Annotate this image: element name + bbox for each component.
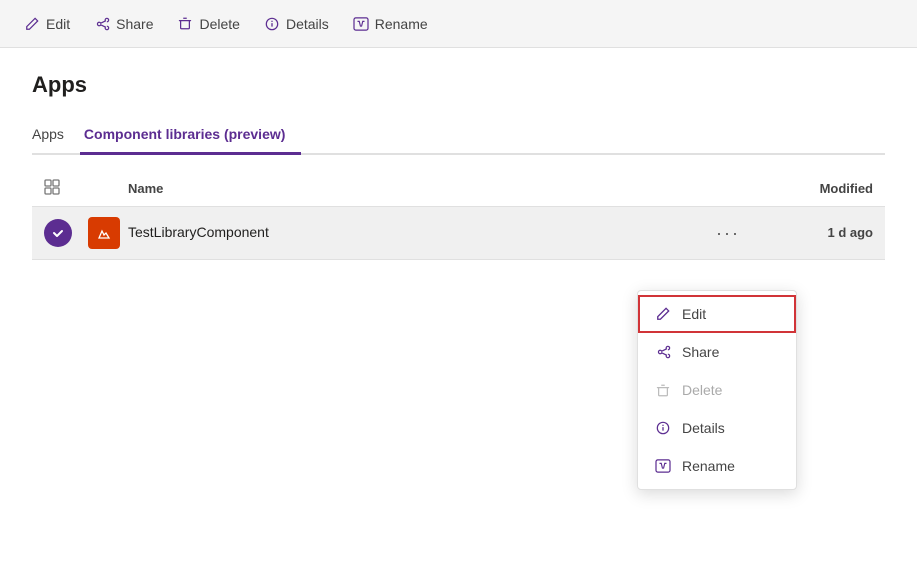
info-icon	[264, 16, 280, 32]
context-pencil-icon	[654, 305, 672, 323]
toolbar-details-button[interactable]: Details	[264, 16, 329, 32]
share-icon	[94, 16, 110, 32]
row-modified: 1 d ago	[753, 224, 873, 242]
context-rename-label: Rename	[682, 458, 735, 474]
row-check	[44, 219, 88, 247]
context-info-icon	[654, 419, 672, 437]
app-icon	[88, 217, 120, 249]
toolbar-edit-button[interactable]: Edit	[24, 16, 70, 32]
table-container: Name Modified TestLibr	[32, 171, 885, 260]
tab-apps[interactable]: Apps	[32, 118, 80, 155]
page-title: Apps	[32, 72, 885, 98]
toolbar-share-label: Share	[116, 16, 153, 32]
toolbar-edit-label: Edit	[46, 16, 70, 32]
context-delete-label: Delete	[682, 382, 722, 398]
context-share-icon	[654, 343, 672, 361]
row-app-icon-col	[88, 217, 128, 249]
context-rename-icon	[654, 457, 672, 475]
table-row[interactable]: TestLibraryComponent ··· 1 d ago	[32, 207, 885, 260]
context-details-label: Details	[682, 420, 725, 436]
rename-icon	[353, 16, 369, 32]
trash-icon	[177, 16, 193, 32]
toolbar-rename-label: Rename	[375, 16, 428, 32]
header-check-col	[44, 179, 88, 198]
context-edit-label: Edit	[682, 306, 706, 322]
toolbar-rename-button[interactable]: Rename	[353, 16, 428, 32]
toolbar: Edit Share Delete Details	[0, 0, 917, 48]
context-menu-delete[interactable]: Delete	[638, 371, 796, 409]
context-menu-rename[interactable]: Rename	[638, 447, 796, 485]
context-menu: Edit Share Delete Details	[637, 290, 797, 490]
context-menu-details[interactable]: Details	[638, 409, 796, 447]
tab-bar: Apps Component libraries (preview)	[32, 118, 885, 155]
context-share-label: Share	[682, 344, 719, 360]
context-menu-edit[interactable]: Edit	[638, 295, 796, 333]
context-trash-icon	[654, 381, 672, 399]
table-header: Name Modified	[32, 171, 885, 207]
tab-component-libraries[interactable]: Component libraries (preview)	[80, 118, 301, 155]
main-content: Apps Apps Component libraries (preview) …	[0, 48, 917, 284]
header-name: Name	[128, 181, 703, 196]
context-menu-share[interactable]: Share	[638, 333, 796, 371]
check-circle	[44, 219, 72, 247]
toolbar-share-button[interactable]: Share	[94, 16, 153, 32]
row-dots-button[interactable]: ···	[703, 223, 753, 244]
row-name: TestLibraryComponent	[128, 224, 703, 242]
toolbar-details-label: Details	[286, 16, 329, 32]
header-modified: Modified	[753, 181, 873, 196]
toolbar-delete-button[interactable]: Delete	[177, 16, 239, 32]
pencil-icon	[24, 16, 40, 32]
toolbar-delete-label: Delete	[199, 16, 239, 32]
